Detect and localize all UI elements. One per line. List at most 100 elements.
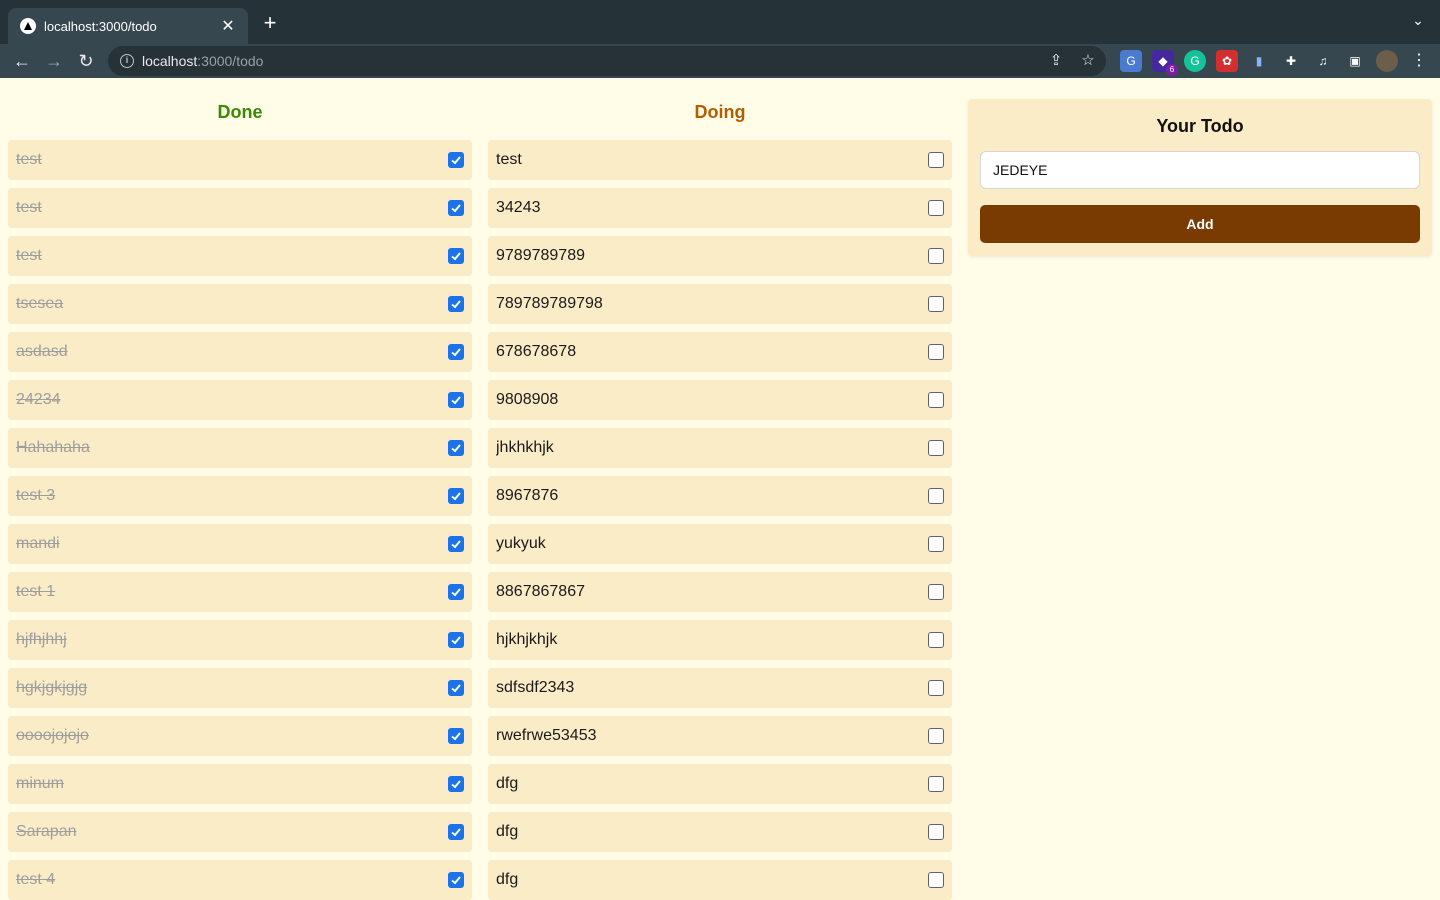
todo-item-text: test: [16, 247, 42, 264]
todo-item-text: test 1: [16, 583, 56, 600]
back-arrow-icon[interactable]: ←: [10, 49, 34, 73]
reload-icon[interactable]: ↻: [74, 49, 98, 73]
list-item: hjfhjhhj: [8, 620, 472, 660]
list-item: dfg: [488, 860, 952, 900]
list-item: dfg: [488, 764, 952, 804]
media-control-icon[interactable]: ♫: [1312, 50, 1334, 72]
unchecked-checkbox[interactable]: [928, 680, 944, 696]
todo-item-text: 9808908: [496, 391, 559, 408]
checked-checkbox[interactable]: [448, 776, 464, 792]
site-info-icon[interactable]: i: [120, 54, 134, 68]
doing-column: Doing test 34243 9789789789 789789789798 678…: [488, 78, 952, 900]
checked-checkbox[interactable]: [448, 392, 464, 408]
bookmark-star-icon[interactable]: ☆: [1078, 51, 1098, 71]
purple-extension-icon[interactable]: ◆ 6: [1152, 50, 1178, 76]
todo-item-text: test: [16, 199, 42, 216]
list-item: mandi: [8, 524, 472, 564]
list-item: 9808908: [488, 380, 952, 420]
unchecked-checkbox[interactable]: [928, 344, 944, 360]
puzzle-extensions-icon[interactable]: ✚: [1280, 50, 1302, 72]
list-item: hgkjgkjgjg: [8, 668, 472, 708]
todo-page: Done test test test tsesea asdasd 24234 Hahaha…: [0, 78, 1440, 900]
list-item: rwefrwe53453: [488, 716, 952, 756]
tab-search-chevron-icon[interactable]: ⌄: [1408, 12, 1428, 32]
unchecked-checkbox[interactable]: [928, 872, 944, 888]
todo-item-text: 24234: [16, 391, 61, 408]
todo-item-text: test 4: [16, 871, 56, 888]
checked-checkbox[interactable]: [448, 488, 464, 504]
checked-checkbox[interactable]: [448, 536, 464, 552]
unchecked-checkbox[interactable]: [928, 248, 944, 264]
address-bar[interactable]: i localhost:3000/todo ⇪ ☆: [108, 46, 1106, 76]
document-extension-icon[interactable]: ▮: [1248, 50, 1270, 72]
list-item: test 1: [8, 572, 472, 612]
todo-item-text: 678678678: [496, 343, 577, 360]
done-column-title: Done: [217, 102, 263, 122]
checked-checkbox[interactable]: [448, 344, 464, 360]
share-icon[interactable]: ⇪: [1046, 51, 1066, 71]
unchecked-checkbox[interactable]: [928, 440, 944, 456]
checked-checkbox[interactable]: [448, 872, 464, 888]
todo-item-text: jhkhkhjk: [496, 439, 554, 456]
checked-checkbox[interactable]: [448, 680, 464, 696]
translate-extension-icon[interactable]: G: [1120, 50, 1142, 72]
red-extension-icon[interactable]: ✿: [1216, 50, 1238, 72]
new-tab-button[interactable]: +: [258, 12, 282, 36]
todo-item-text: Hahahaha: [16, 439, 90, 456]
add-button[interactable]: Add: [980, 205, 1420, 243]
unchecked-checkbox[interactable]: [928, 536, 944, 552]
close-tab-icon[interactable]: ✕: [218, 16, 238, 36]
browser-tab[interactable]: localhost:3000/todo ✕: [8, 8, 248, 44]
browser-toolbar: ← → ↻ i localhost:3000/todo ⇪ ☆ G ◆ 6 G ✿…: [0, 44, 1440, 78]
list-item: test: [8, 188, 472, 228]
unchecked-checkbox[interactable]: [928, 296, 944, 312]
todo-item-text: sdfsdf2343: [496, 679, 575, 696]
unchecked-checkbox[interactable]: [928, 392, 944, 408]
unchecked-checkbox[interactable]: [928, 200, 944, 216]
unchecked-checkbox[interactable]: [928, 776, 944, 792]
unchecked-checkbox[interactable]: [928, 584, 944, 600]
unchecked-checkbox[interactable]: [928, 824, 944, 840]
menu-kebab-icon[interactable]: ⋮: [1408, 50, 1430, 72]
list-item: test: [8, 236, 472, 276]
todo-item-text: 789789789798: [496, 295, 603, 312]
list-item: test 4: [8, 860, 472, 900]
todo-item-text: test: [496, 151, 522, 168]
list-item: hjkhjkhjk: [488, 620, 952, 660]
checked-checkbox[interactable]: [448, 152, 464, 168]
unchecked-checkbox[interactable]: [928, 728, 944, 744]
side-panel-icon[interactable]: ▣: [1344, 50, 1366, 72]
list-item: 8967876: [488, 476, 952, 516]
list-item: 24234: [8, 380, 472, 420]
list-item: 34243: [488, 188, 952, 228]
todo-item-text: hjfhjhhj: [16, 631, 67, 648]
todo-item-text: 8867867867: [496, 583, 585, 600]
forward-arrow-icon[interactable]: →: [42, 49, 66, 73]
unchecked-checkbox[interactable]: [928, 488, 944, 504]
grammarly-extension-icon[interactable]: G: [1184, 50, 1206, 72]
nextjs-favicon-icon: [20, 18, 36, 34]
checked-checkbox[interactable]: [448, 632, 464, 648]
unchecked-checkbox[interactable]: [928, 632, 944, 648]
todo-item-text: dfg: [496, 871, 519, 888]
checked-checkbox[interactable]: [448, 728, 464, 744]
list-item: test: [488, 140, 952, 180]
checked-checkbox[interactable]: [448, 200, 464, 216]
unchecked-checkbox[interactable]: [928, 152, 944, 168]
profile-avatar[interactable]: [1376, 50, 1398, 72]
list-item: yukyuk: [488, 524, 952, 564]
list-item: oooojojojo: [8, 716, 472, 756]
list-item: Hahahaha: [8, 428, 472, 468]
todo-item-text: asdasd: [16, 343, 68, 360]
extension-badge: 6: [1166, 64, 1178, 76]
checked-checkbox[interactable]: [448, 824, 464, 840]
list-item: test: [8, 140, 472, 180]
checked-checkbox[interactable]: [448, 248, 464, 264]
checked-checkbox[interactable]: [448, 584, 464, 600]
todo-item-text: test 3: [16, 487, 56, 504]
todo-input[interactable]: [980, 151, 1420, 189]
checked-checkbox[interactable]: [448, 440, 464, 456]
todo-item-text: dfg: [496, 775, 519, 792]
checked-checkbox[interactable]: [448, 296, 464, 312]
browser-tab-bar: localhost:3000/todo ✕ + ⌄: [0, 0, 1440, 44]
